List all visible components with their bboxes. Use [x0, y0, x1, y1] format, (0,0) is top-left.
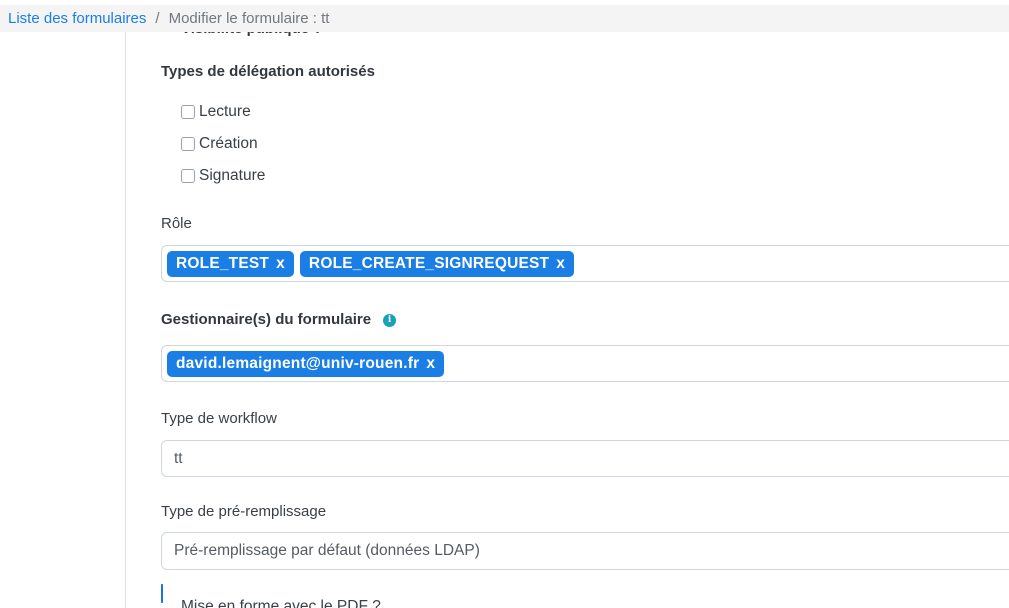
manager-tag-remove-icon[interactable]: x — [426, 355, 435, 373]
breadcrumb-separator: / — [155, 10, 159, 27]
managers-label-row: Gestionnaire(s) du formulaire i — [161, 312, 396, 328]
checkbox-row-signature: Signature — [181, 168, 265, 184]
form-edit-page: Visibilité publique ? Liste des formulai… — [0, 0, 1009, 608]
checkbox-row-creation: Création — [181, 136, 258, 152]
role-tag-text: ROLE_CREATE_SIGNREQUEST — [309, 255, 549, 273]
prefill-type-select[interactable]: Pré-remplissage par défaut (données LDAP… — [161, 532, 1009, 570]
prefill-type-value: Pré-remplissage par défaut (données LDAP… — [174, 542, 480, 560]
lecture-checkbox-label[interactable]: Lecture — [199, 104, 251, 120]
role-tag-remove-icon[interactable]: x — [556, 255, 565, 273]
manager-tag: david.lemaignent@univ-rouen.fr x — [167, 351, 444, 377]
workflow-type-input[interactable]: tt — [161, 440, 1009, 477]
checkbox-row-lecture: Lecture — [181, 104, 251, 120]
managers-label: Gestionnaire(s) du formulaire — [161, 312, 371, 328]
managers-multiselect[interactable]: david.lemaignent@univ-rouen.fr x — [161, 345, 1009, 382]
signature-checkbox-label[interactable]: Signature — [199, 168, 265, 184]
lecture-checkbox[interactable] — [181, 105, 195, 119]
workflow-type-label: Type de workflow — [161, 411, 277, 427]
breadcrumb-current: Modifier le formulaire : tt — [169, 10, 330, 27]
prefill-type-label: Type de pré-remplissage — [161, 504, 326, 520]
role-multiselect[interactable]: ROLE_TEST x ROLE_CREATE_SIGNREQUEST x — [161, 245, 1009, 282]
role-tag: ROLE_CREATE_SIGNREQUEST x — [300, 251, 574, 277]
workflow-type-value: tt — [174, 450, 183, 468]
role-tag-remove-icon[interactable]: x — [276, 255, 285, 273]
delegation-types-label: Types de délégation autorisés — [161, 64, 375, 80]
signature-checkbox[interactable] — [181, 169, 195, 183]
breadcrumb-link-forms-list[interactable]: Liste des formulaires — [8, 10, 146, 27]
creation-checkbox[interactable] — [181, 137, 195, 151]
info-icon[interactable]: i — [383, 314, 396, 327]
role-tag-text: ROLE_TEST — [176, 255, 269, 273]
role-label: Rôle — [161, 216, 192, 232]
pdf-format-checkbox[interactable] — [161, 584, 163, 603]
creation-checkbox-label[interactable]: Création — [199, 136, 258, 152]
breadcrumb: Liste des formulaires / Modifier le form… — [0, 5, 1009, 32]
manager-tag-text: david.lemaignent@univ-rouen.fr — [176, 355, 419, 373]
pdf-format-label[interactable]: Mise en forme avec le PDF ? — [181, 598, 381, 608]
content-left-border — [125, 30, 126, 608]
role-tag: ROLE_TEST x — [167, 251, 294, 277]
